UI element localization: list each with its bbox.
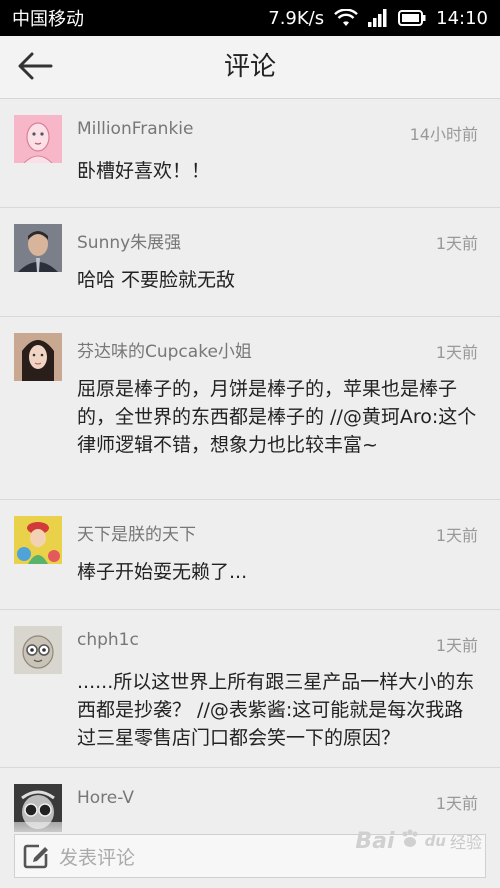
comment-time: 1天前 [435, 794, 478, 813]
carrier-label: 中国移动 [12, 9, 84, 30]
clock: 14:10 [436, 7, 488, 29]
comment-text: 卧槽好喜欢！！ [77, 160, 211, 182]
comment-time: 1天前 [435, 526, 478, 545]
comment-item[interactable]: MillionFrankie 14小时前 卧槽好喜欢！！ [0, 99, 500, 208]
comment-text: ......所以这世界上所有跟三星产品一样大小的东西都是抄袭？ //@表紫酱:这… [77, 671, 475, 749]
avatar[interactable] [14, 333, 62, 381]
comment-list: MillionFrankie 14小时前 卧槽好喜欢！！ Sunny朱展强 1天… [0, 99, 500, 868]
comment-author[interactable]: Hore-V [77, 788, 134, 808]
comment-author[interactable]: 天下是朕的天下 [77, 520, 196, 545]
page-title: 评论 [223, 52, 276, 82]
comment-time: 1天前 [435, 636, 478, 655]
comment-item[interactable]: Sunny朱展强 1天前 哈哈 不要脸就无敌 [0, 208, 500, 317]
comment-item[interactable]: 芬达味的Cupcake小姐 1天前 屈原是棒子的，月饼是棒子的，苹果也是棒子的，… [0, 317, 500, 500]
wifi-icon [334, 9, 358, 27]
comment-text: 屈原是棒子的，月饼是棒子的，苹果也是棒子的，全世界的东西都是棒子的 //@黄珂A… [77, 378, 477, 456]
comment-time: 1天前 [435, 234, 478, 253]
network-speed: 7.9K/s [268, 7, 325, 29]
avatar[interactable] [14, 516, 62, 564]
comment-text: 棒子开始耍无赖了... [77, 561, 248, 583]
comment-author[interactable]: 芬达味的Cupcake小姐 [77, 337, 252, 362]
compose-bar: 发表评论 Bai du 经验 [0, 822, 500, 888]
comment-time: 1天前 [435, 343, 478, 362]
signal-icon [368, 9, 388, 27]
comment-author[interactable]: chph1c [77, 630, 139, 650]
comment-time: 14小时前 [409, 125, 478, 144]
comment-input[interactable]: 发表评论 [14, 834, 486, 878]
avatar[interactable] [14, 115, 62, 163]
comment-author[interactable]: Sunny朱展强 [77, 228, 181, 253]
comment-input-placeholder: 发表评论 [59, 846, 136, 869]
status-indicators: 7.9K/s 14:10 [268, 8, 488, 29]
avatar[interactable] [14, 224, 62, 272]
status-bar: 中国移动 7.9K/s 14:10 [0, 0, 500, 36]
battery-icon [398, 10, 426, 26]
comment-text: 哈哈 不要脸就无敌 [77, 269, 236, 291]
comment-item[interactable]: chph1c 1天前 ......所以这世界上所有跟三星产品一样大小的东西都是抄… [0, 610, 500, 768]
avatar[interactable] [14, 626, 62, 674]
edit-icon [21, 841, 51, 871]
app-bar: 评论 [0, 36, 500, 99]
comment-author[interactable]: MillionFrankie [77, 119, 194, 139]
comment-item[interactable]: 天下是朕的天下 1天前 棒子开始耍无赖了... [0, 500, 500, 610]
